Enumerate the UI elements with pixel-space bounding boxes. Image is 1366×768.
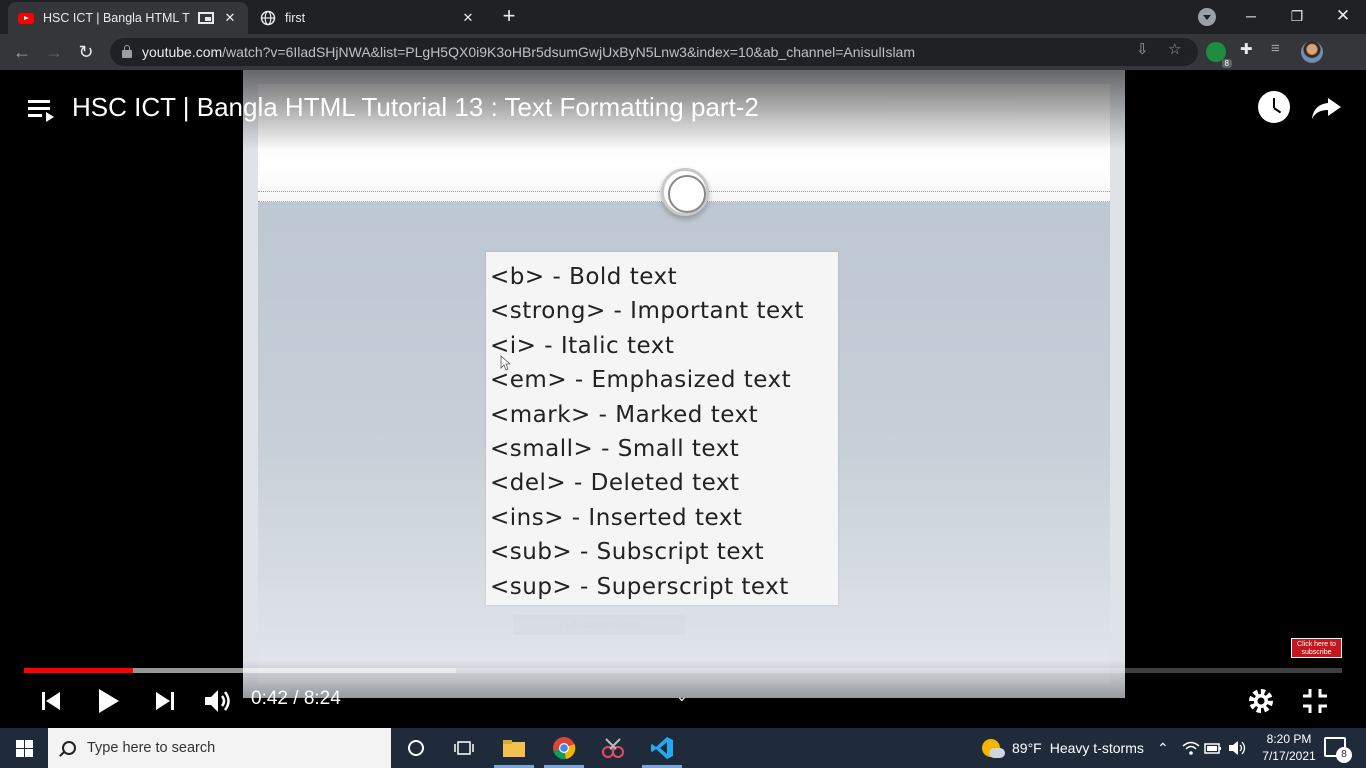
- forward-arrow-icon[interactable]: →: [42, 40, 66, 64]
- close-tab-icon[interactable]: ✕: [460, 10, 476, 26]
- snipping-tool-icon[interactable]: [589, 728, 637, 768]
- tab-title: first: [285, 11, 306, 25]
- tab-search-icon[interactable]: [1198, 8, 1216, 26]
- video-top-overlay: HSC ICT | Bangla HTML Tutorial 13 : Text…: [0, 70, 1366, 150]
- watch-later-clock-icon[interactable]: [1258, 91, 1290, 123]
- search-icon: [62, 741, 76, 755]
- notification-center-icon[interactable]: 8: [1324, 737, 1352, 763]
- slide-line: <b> - Bold text: [490, 264, 678, 290]
- profile-avatar[interactable]: [1301, 41, 1323, 63]
- video-title[interactable]: HSC ICT | Bangla HTML Tutorial 13 : Text…: [72, 92, 759, 123]
- back-arrow-icon[interactable]: ←: [10, 40, 34, 64]
- subscribe-watermark[interactable]: Click here to subscribe: [1291, 638, 1342, 658]
- progress-bar[interactable]: [24, 668, 1342, 673]
- slide-ring-ornament: [661, 168, 709, 216]
- minimize-icon[interactable]: ─: [1228, 0, 1274, 32]
- globe-icon: [260, 10, 276, 26]
- task-view-icon[interactable]: [440, 728, 488, 768]
- wifi-icon[interactable]: [1182, 728, 1200, 768]
- settings-gear-icon[interactable]: [1244, 684, 1278, 718]
- windows-start-icon[interactable]: [16, 740, 33, 757]
- file-explorer-icon[interactable]: [490, 728, 538, 768]
- weather-temp: 89°F: [1012, 740, 1042, 756]
- tab-youtube[interactable]: HSC ICT | Bangla HTML Tutorial 13 : Text…: [8, 2, 248, 34]
- window-close-icon[interactable]: ✕: [1320, 0, 1366, 32]
- share-arrow-icon[interactable]: [1310, 90, 1344, 124]
- restore-icon[interactable]: ❐: [1274, 0, 1320, 32]
- playlist-icon[interactable]: [28, 98, 54, 122]
- chrome-icon[interactable]: [540, 728, 588, 768]
- cortana-icon[interactable]: [392, 728, 440, 768]
- slide-line: <sub> - Subscript text: [490, 539, 765, 566]
- lock-icon[interactable]: [122, 45, 132, 58]
- weather-text: Heavy t-storms: [1049, 740, 1144, 756]
- notification-count: 8: [1336, 747, 1352, 763]
- tray-chevron-up-icon[interactable]: ⌃: [1157, 728, 1169, 768]
- video-player[interactable]: <b> - Bold text <strong> - Important tex…: [0, 70, 1366, 698]
- picture-in-picture-icon[interactable]: [198, 12, 214, 24]
- snip-label: Full-screen Snip: [513, 615, 685, 635]
- speaker-icon[interactable]: [1228, 728, 1246, 768]
- slide-content-card: <b> - Bold text <strong> - Important tex…: [486, 252, 838, 605]
- battery-icon[interactable]: [1204, 728, 1222, 768]
- clock-date: 7/17/2021: [1262, 749, 1316, 763]
- slide-line: <mark> - Marked text: [490, 401, 759, 428]
- exit-fullscreen-icon[interactable]: [1298, 684, 1332, 718]
- bookmark-star-icon[interactable]: ☆: [1168, 40, 1181, 58]
- played-bar: [24, 668, 134, 673]
- url-path: /watch?v=6IladSHjNWA&list=PLgH5QX0i9K3oH…: [222, 44, 916, 60]
- url-host: youtube.com: [142, 44, 223, 60]
- puzzle-extensions-icon[interactable]: ✚: [1240, 40, 1253, 58]
- media-queue-icon[interactable]: ≡: [1271, 40, 1280, 57]
- weather-widget[interactable]: 89°F Heavy t-storms: [982, 728, 1144, 768]
- close-tab-icon[interactable]: ✕: [222, 10, 238, 26]
- next-icon[interactable]: [148, 684, 182, 718]
- reload-icon[interactable]: ↻: [74, 40, 98, 64]
- search-placeholder: Type here to search: [87, 740, 216, 756]
- slide-line: <del> - Deleted text: [490, 470, 740, 497]
- vscode-icon[interactable]: [638, 728, 686, 768]
- taskbar-search-input[interactable]: Type here to search: [48, 728, 391, 768]
- slide-line: <sup> - Superscript text: [490, 573, 789, 600]
- browser-toolbar: ← → ↻ youtube.com/watch?v=6IladSHjNWA&li…: [0, 34, 1366, 70]
- taskbar-clock[interactable]: 8:20 PM 7/17/2021: [1256, 731, 1322, 765]
- install-icon[interactable]: ⇩: [1136, 40, 1149, 58]
- slide-line: <i> - Italic text: [490, 332, 675, 359]
- tab-strip: HSC ICT | Bangla HTML Tutorial 13 : Text…: [0, 0, 1366, 34]
- time-display: 0:42 / 8:24: [251, 688, 341, 709]
- play-icon[interactable]: [91, 684, 125, 718]
- address-bar[interactable]: youtube.com/watch?v=6IladSHjNWA&list=PLg…: [110, 38, 1198, 66]
- clock-time: 8:20 PM: [1266, 732, 1312, 746]
- tab-title: HSC ICT | Bangla HTML Tutorial 13 : Text…: [43, 11, 190, 25]
- volume-icon[interactable]: [201, 684, 235, 718]
- slide-line: <ins> - Inserted text: [490, 504, 743, 531]
- weather-storm-icon: [982, 739, 1005, 758]
- slide-line: <em> - Emphasized text: [490, 367, 792, 394]
- extension-icon[interactable]: 8: [1206, 42, 1232, 68]
- video-frame: <b> - Bold text <strong> - Important tex…: [243, 70, 1125, 698]
- slide-line: <small> - Small text: [490, 435, 740, 462]
- mouse-cursor-icon: [500, 355, 510, 371]
- tab-first[interactable]: first ✕: [250, 2, 486, 34]
- chevron-down-icon[interactable]: ⌄: [676, 688, 688, 705]
- extension-badge: 8: [1221, 59, 1232, 68]
- slide-line: <strong> - Important text: [490, 298, 804, 325]
- windows-taskbar: Type here to search 89°F Heavy t-storms …: [0, 728, 1366, 768]
- youtube-icon: [18, 10, 34, 26]
- previous-icon[interactable]: [34, 684, 68, 718]
- new-tab-button[interactable]: +: [496, 5, 522, 29]
